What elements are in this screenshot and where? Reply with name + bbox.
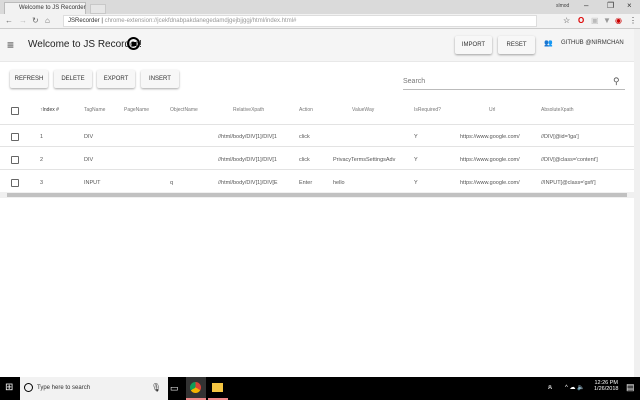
close-window-icon[interactable]: × [627, 1, 632, 10]
task-view-icon[interactable]: ▭ [170, 383, 179, 394]
column-header-pagename[interactable]: PageName [124, 107, 149, 113]
delete-button[interactable]: DELETE [54, 70, 92, 88]
microphone-icon[interactable]: 🎙 [151, 383, 161, 392]
cell-url: https://www.google.com/ [460, 180, 520, 186]
row-checkbox[interactable] [11, 133, 19, 141]
url-text: chrome-extension://jcekfdnabpakdanegedam… [104, 18, 297, 24]
record-stop-icon[interactable] [127, 37, 140, 50]
cell-index: 2 [40, 157, 44, 163]
column-header-absolutexpath[interactable]: AbsoluteXpath [541, 107, 574, 113]
extension-icon[interactable]: ▣ [591, 16, 599, 25]
cell-abs: //DIV[@id='lga'] [541, 134, 579, 140]
row-checkbox[interactable] [11, 179, 19, 187]
cell-index: 3 [40, 180, 44, 186]
chrome-menu-icon[interactable]: ⋮ [629, 16, 637, 25]
tray-icons[interactable]: ^ ☁ 🔈 [565, 384, 585, 391]
url-input[interactable]: JSRecorder | chrome-extension://jcekfdna… [63, 15, 537, 27]
search-icon[interactable]: ⚲ [613, 76, 620, 87]
reload-icon[interactable]: ↻ [32, 16, 39, 25]
cell-action: Enter [299, 180, 313, 186]
notification-icon[interactable]: ▤ [626, 382, 635, 393]
tab-title: Welcome to JS Recorder [19, 5, 86, 11]
divider [0, 124, 634, 125]
cell-action: click [299, 134, 310, 140]
cell-abs: //DIV[@class='content'] [541, 157, 598, 163]
divider [0, 146, 634, 147]
cell-tag: DIV [84, 157, 94, 163]
column-header-action[interactable]: Action [299, 107, 313, 113]
vertical-scrollbar[interactable] [634, 29, 640, 377]
column-header-index[interactable]: ↑Index # [40, 107, 59, 113]
profile-name[interactable]: slmod [556, 3, 569, 9]
import-button[interactable]: IMPORT [455, 36, 492, 54]
refresh-button[interactable]: REFRESH [10, 70, 48, 88]
cell-tag: INPUT [84, 180, 101, 186]
search-input[interactable]: Search [403, 76, 625, 90]
cell-rel: //html/body/DIV[1]/DIV[E [218, 180, 278, 186]
column-header-valueway[interactable]: ValueWay [352, 107, 374, 113]
column-header-tagname[interactable]: TagName [84, 107, 105, 113]
insert-button[interactable]: INSERT [141, 70, 179, 88]
column-header-objectname[interactable]: ObjectName [170, 107, 198, 113]
cell-action: click [299, 157, 310, 163]
chrome-taskbar-icon[interactable] [186, 377, 206, 400]
new-tab-button[interactable] [90, 4, 106, 14]
bookmark-star-icon[interactable]: ☆ [563, 16, 570, 25]
cell-value: hello [333, 180, 345, 186]
cell-index: 1 [40, 134, 44, 140]
row-checkbox[interactable] [11, 156, 19, 164]
people-icon: 👥 [544, 40, 553, 47]
cell-object: q [170, 180, 174, 186]
cell-url: https://www.google.com/ [460, 134, 520, 140]
page-title: Welcome to JS Recorder! [28, 39, 142, 50]
browser-tab[interactable]: Welcome to JS Recorder × [4, 2, 99, 14]
cortana-icon [24, 383, 33, 392]
extension-icon[interactable]: ▼ [603, 16, 611, 25]
clock[interactable]: 12:26 PM 1/26/2018 [594, 380, 618, 392]
home-icon[interactable]: ⌂ [45, 16, 50, 25]
site-label: JSRecorder [68, 18, 100, 24]
column-header-url[interactable]: Url [489, 107, 495, 113]
people-tray-icon[interactable]: ጰ [548, 384, 552, 392]
back-icon[interactable]: ← [5, 16, 13, 25]
reset-button[interactable]: RESET [498, 36, 535, 54]
select-all-checkbox[interactable] [11, 107, 19, 115]
recorder-extension-icon[interactable]: ◉ [615, 16, 622, 25]
cell-tag: DIV [84, 134, 94, 140]
cell-value: PrivacyTermsSettingsAdv [333, 157, 396, 163]
taskbar-search-input[interactable]: Type here to search [20, 377, 168, 400]
export-button[interactable]: EXPORT [97, 70, 135, 88]
cell-req: Y [414, 134, 418, 140]
forward-icon[interactable]: → [19, 16, 27, 25]
cell-req: Y [414, 180, 418, 186]
divider [0, 169, 634, 170]
horizontal-scrollbar-thumb[interactable] [7, 193, 627, 197]
minimize-icon[interactable]: – [584, 1, 588, 10]
column-header-isrequired[interactable]: IsRequired? [414, 107, 441, 113]
restore-icon[interactable]: ❐ [607, 1, 614, 10]
github-link[interactable]: GITHUB @NIRMCHAN [561, 40, 624, 46]
windows-start-icon[interactable]: ⊞ [5, 382, 13, 393]
column-header-relativexpath[interactable]: RelativeXpath [233, 107, 264, 113]
cell-abs: //INPUT[@class='gsfi'] [541, 180, 596, 186]
cell-rel: //html/body/DIV[1]/DIV[1 [218, 134, 277, 140]
cell-req: Y [414, 157, 418, 163]
cell-rel: //html/body/DIV[1]/DIV[1 [218, 157, 277, 163]
file-explorer-icon[interactable] [208, 377, 228, 400]
hamburger-menu-icon[interactable]: ≡ [7, 38, 14, 52]
opera-extension-icon[interactable]: O [578, 16, 584, 25]
cell-url: https://www.google.com/ [460, 157, 520, 163]
